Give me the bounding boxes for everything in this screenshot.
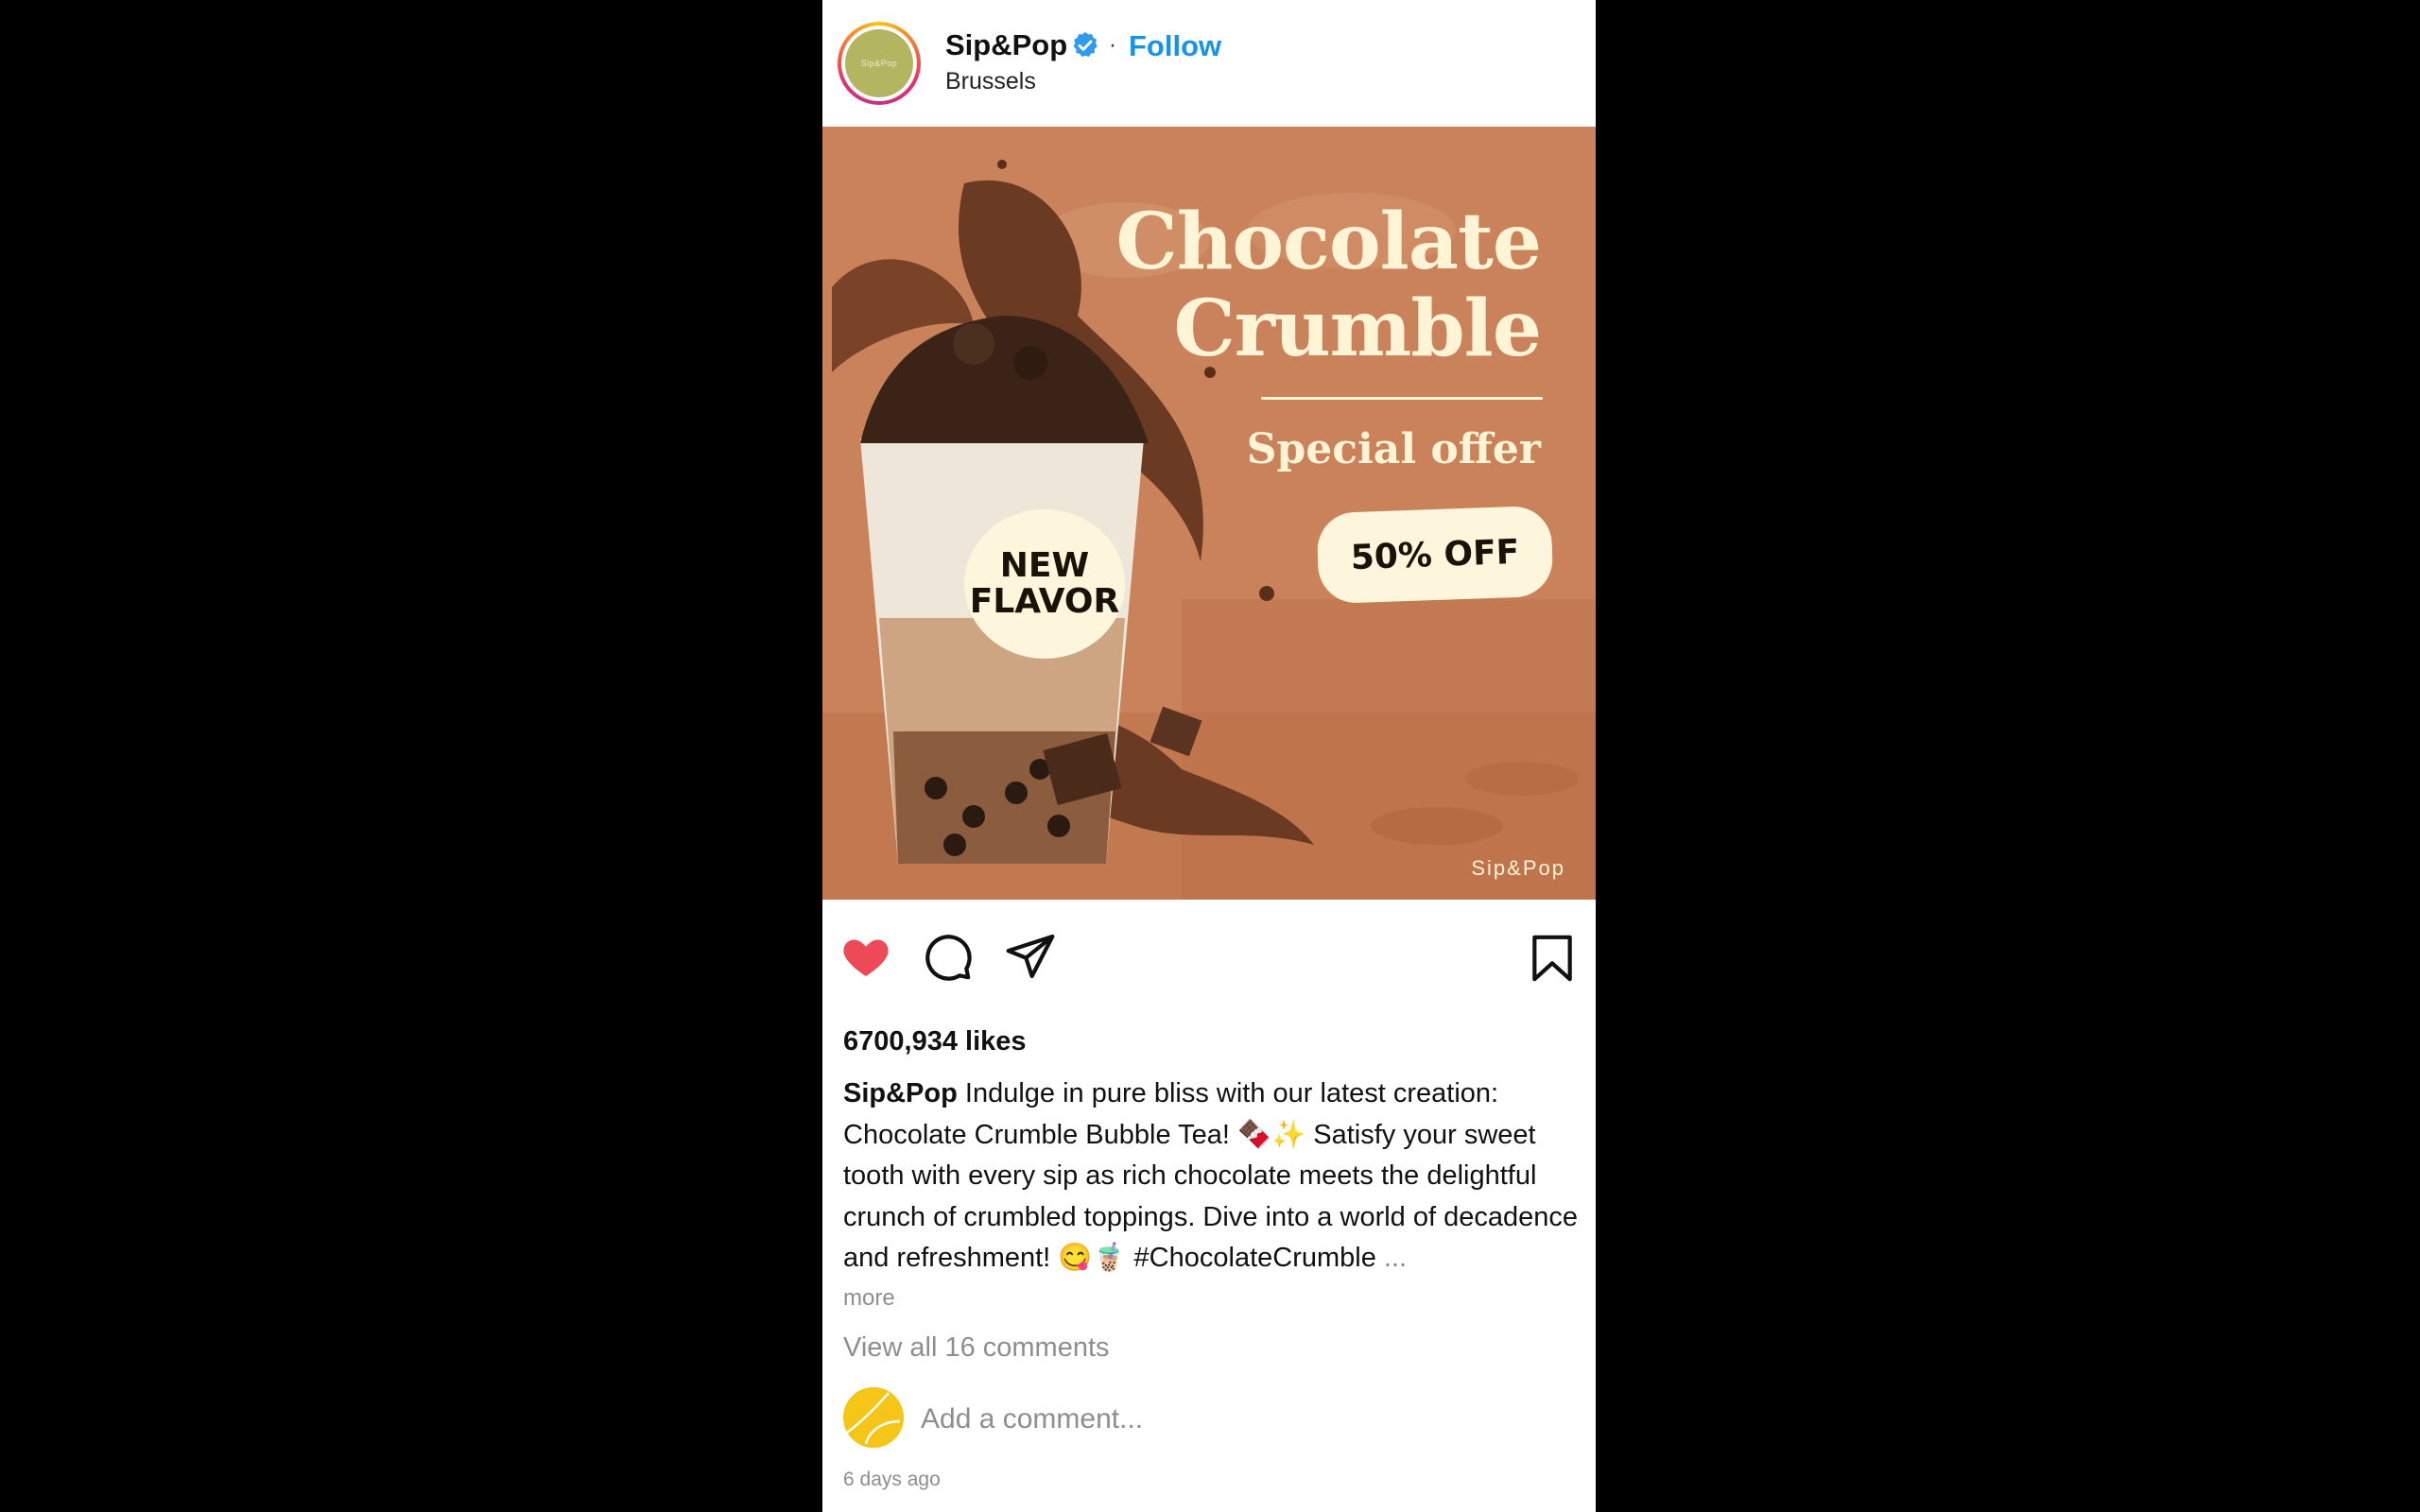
action-bar bbox=[822, 900, 1596, 1013]
promo-title: Chocolate Crumble bbox=[1115, 197, 1542, 374]
promo-subtitle: Special offer bbox=[1246, 425, 1541, 473]
heart-filled-icon[interactable] bbox=[839, 930, 892, 983]
caption-more-link[interactable]: more bbox=[843, 1285, 895, 1312]
title-divider bbox=[1261, 397, 1543, 400]
bookmark-icon[interactable] bbox=[1526, 932, 1579, 985]
comment-input[interactable] bbox=[921, 1399, 1573, 1440]
comment-bubble-icon[interactable] bbox=[921, 930, 974, 983]
new-flavor-badge: NEW FLAVOR bbox=[964, 509, 1125, 659]
brand-watermark: Sip&Pop bbox=[1471, 856, 1565, 880]
post-header: Sip&Pop Sip&Pop · Follow Brussels bbox=[822, 0, 1596, 127]
like-count[interactable]: 6700,934 likes bbox=[843, 1026, 1027, 1057]
paper-plane-icon[interactable] bbox=[1004, 930, 1057, 983]
discount-badge: 50% OFF bbox=[1316, 505, 1554, 605]
caption-username[interactable]: Sip&Pop bbox=[843, 1078, 958, 1108]
post-image[interactable]: Chocolate Crumble Special offer 50% OFF … bbox=[822, 127, 1596, 900]
avatar-image: Sip&Pop bbox=[845, 29, 913, 97]
verified-badge-icon bbox=[1073, 32, 1098, 58]
post-timestamp: 6 days ago bbox=[843, 1469, 941, 1490]
account-username[interactable]: Sip&Pop bbox=[945, 28, 1067, 62]
instagram-post: Sip&Pop Sip&Pop · Follow Brussels Chocol… bbox=[822, 0, 1596, 1512]
account-avatar[interactable]: Sip&Pop bbox=[838, 22, 921, 105]
post-location[interactable]: Brussels bbox=[945, 68, 1036, 95]
view-comments-link[interactable]: View all 16 comments bbox=[843, 1332, 1110, 1364]
separator-dot: · bbox=[1109, 32, 1116, 58]
follow-button[interactable]: Follow bbox=[1129, 29, 1221, 63]
caption-ellipsis: ... bbox=[1383, 1243, 1408, 1273]
user-avatar bbox=[843, 1387, 904, 1448]
post-caption: Sip&Pop Indulge in pure bliss with our l… bbox=[843, 1074, 1579, 1280]
